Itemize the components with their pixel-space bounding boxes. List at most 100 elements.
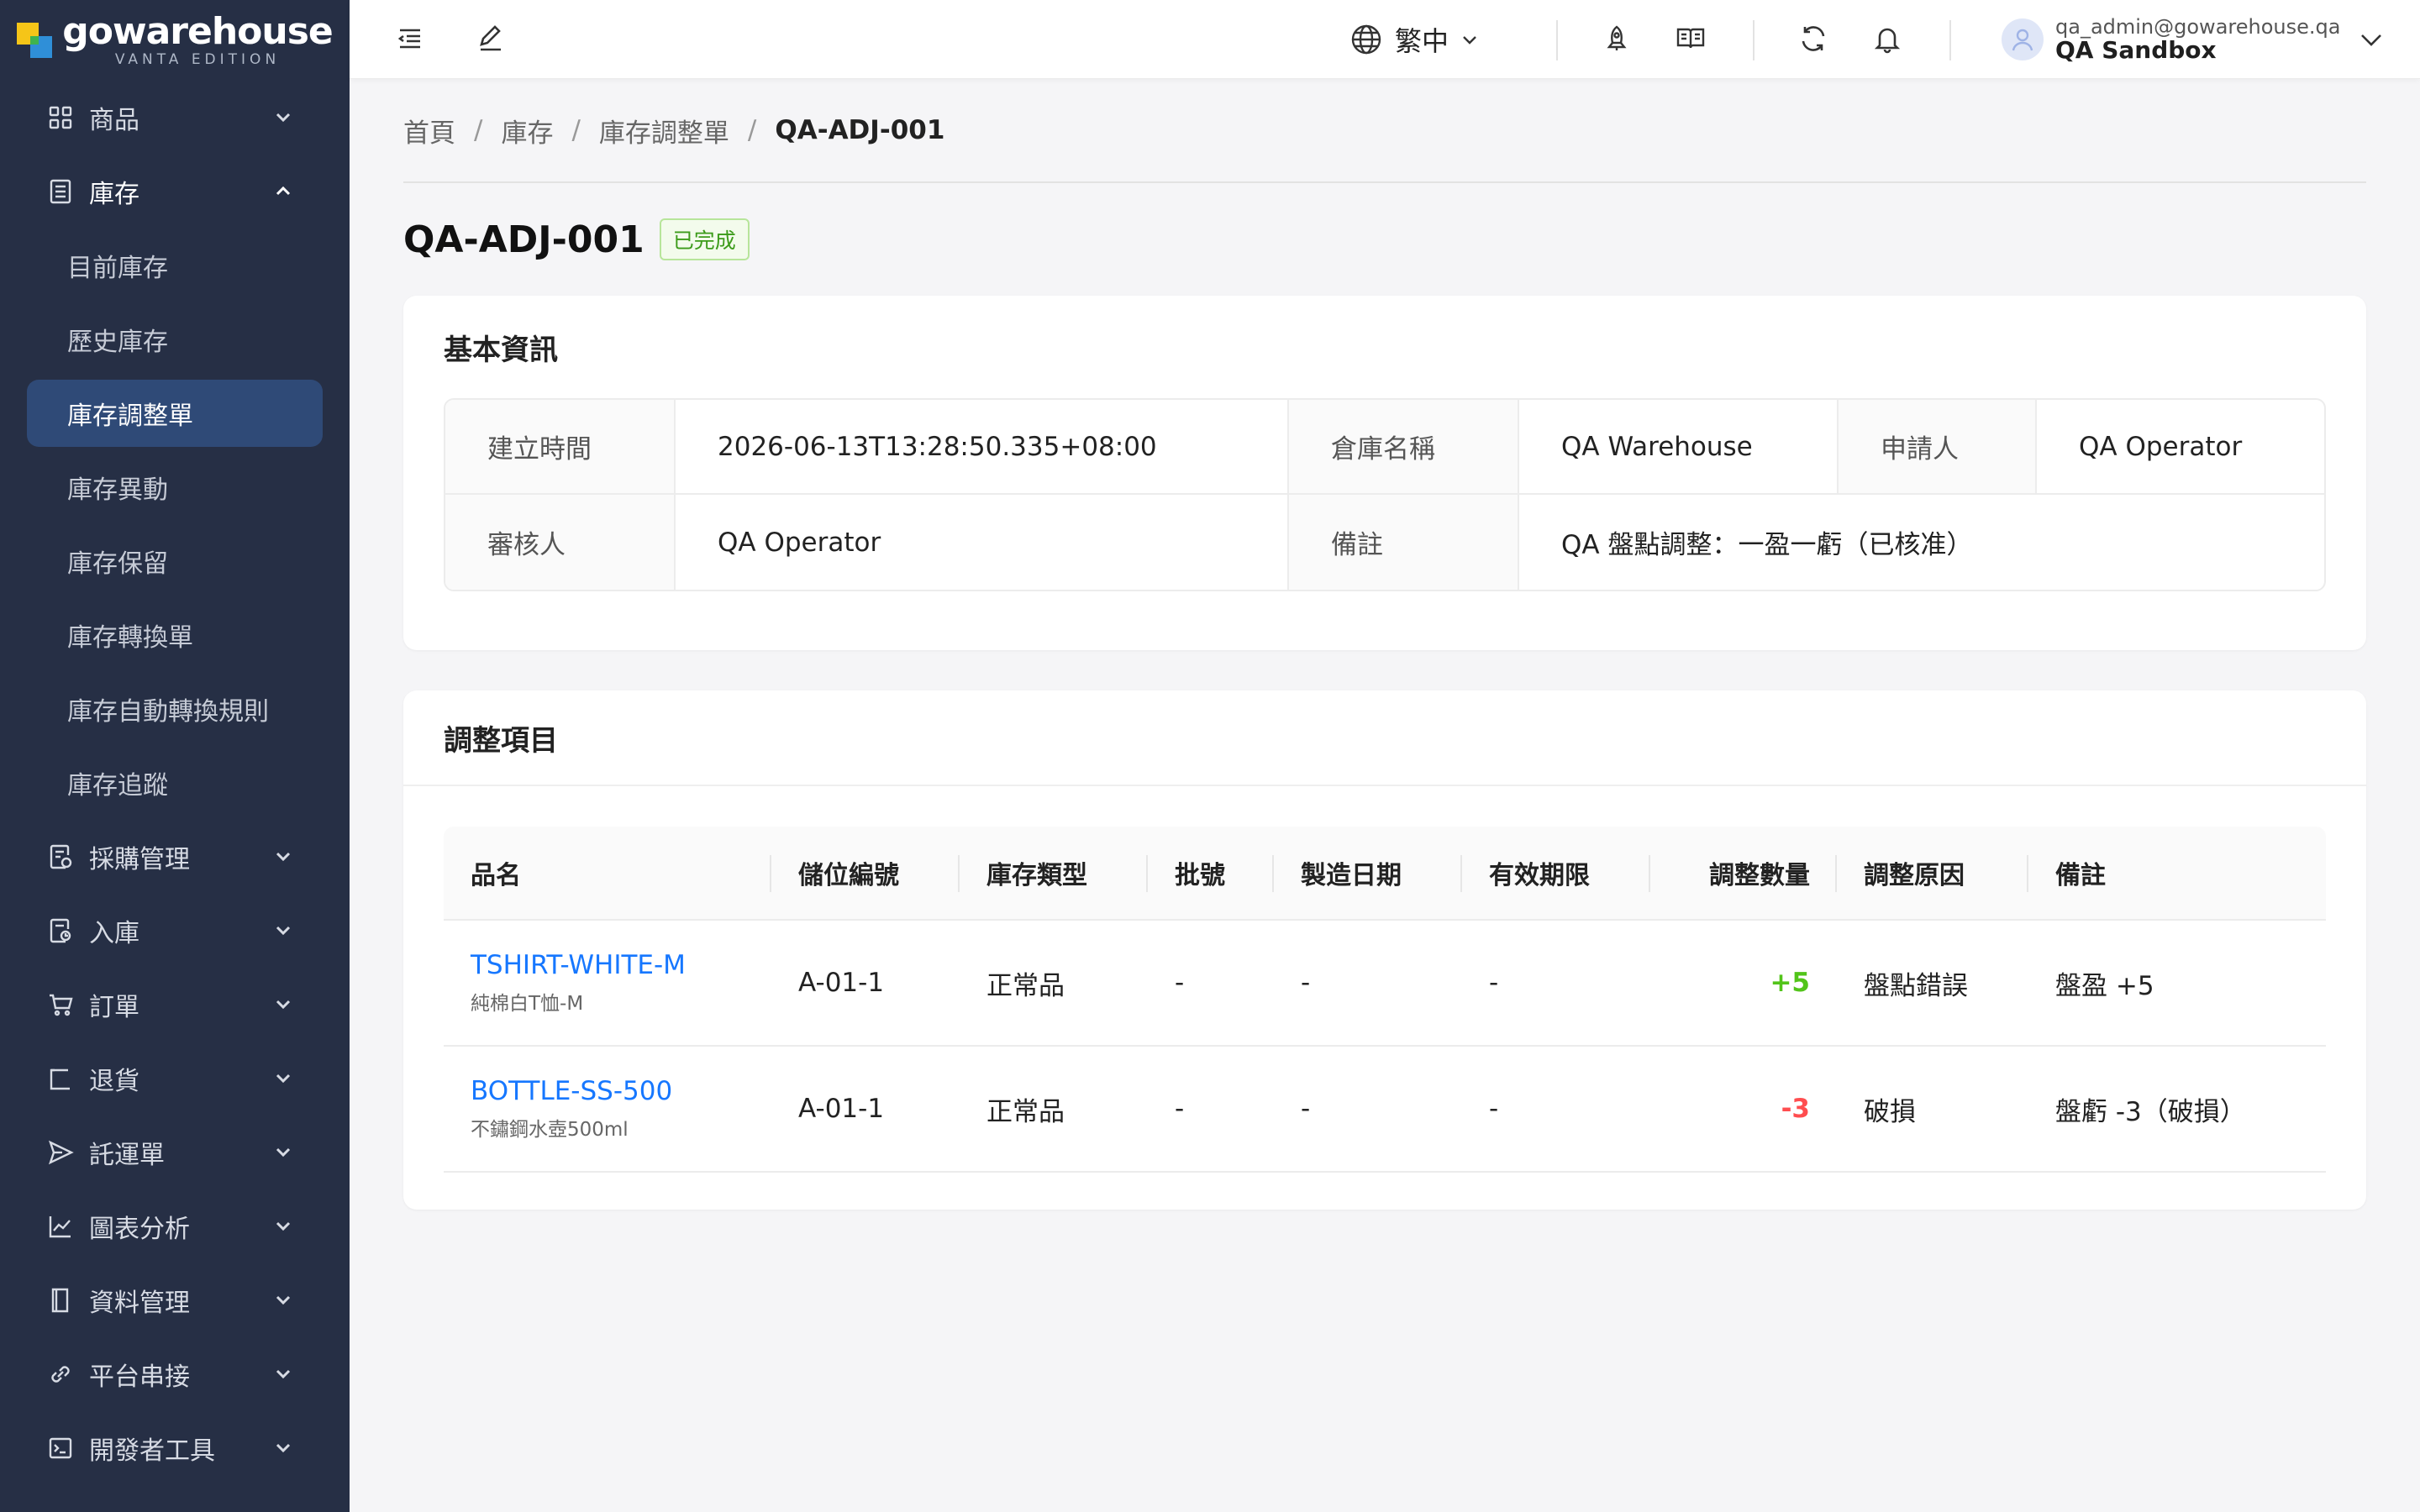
requester-value: QA Operator — [2079, 431, 2243, 462]
product-sku-link[interactable]: BOTTLE-SS-500 — [471, 1076, 771, 1106]
sidebar: gowarehouse VANTA EDITION 商品 庫存 目前庫存 歷史庫… — [0, 0, 350, 1512]
column-header[interactable]: 儲位編號 — [771, 827, 960, 919]
link-icon — [47, 1361, 74, 1388]
logo-mark-icon — [17, 23, 53, 58]
column-header[interactable]: 品名 — [444, 827, 771, 919]
column-header[interactable]: 製造日期 — [1274, 827, 1462, 919]
breadcrumb-adjustments[interactable]: 庫存調整單 — [599, 112, 729, 150]
column-header[interactable]: 調整原因 — [1837, 827, 2028, 919]
card-title: 調整項目 — [403, 690, 2366, 786]
breadcrumb-separator: / — [474, 115, 483, 145]
breadcrumb-separator: / — [747, 115, 757, 145]
sidebar-group-label: 平台串接 — [89, 1362, 190, 1392]
column-header[interactable]: 批號 — [1148, 827, 1274, 919]
sidebar-item-stock-adjustment[interactable]: 庫存調整單 — [27, 380, 323, 447]
sidebar-group-integrations[interactable]: 平台串接 — [0, 1337, 350, 1411]
globe-icon — [1349, 23, 1383, 56]
app-logo[interactable]: gowarehouse VANTA EDITION — [0, 0, 350, 81]
read-icon[interactable] — [1676, 24, 1706, 54]
mfg-date-cell: - — [1301, 968, 1311, 998]
product-sku-link[interactable]: TSHIRT-WHITE-M — [471, 950, 771, 980]
stock-type-cell: 正常品 — [986, 1096, 1065, 1127]
stock-type-cell: 正常品 — [986, 970, 1065, 1001]
sidebar-item-stock-tracking[interactable]: 庫存追蹤 — [0, 746, 350, 820]
table-header: 品名 儲位編號 庫存類型 批號 製造日期 有效期限 調整數量 調整原因 備註 — [444, 827, 2326, 921]
sidebar-group-data-management[interactable]: 資料管理 — [0, 1263, 350, 1337]
rocket-icon[interactable] — [1602, 24, 1632, 54]
expiry-cell: - — [1489, 1094, 1499, 1124]
batch-cell: - — [1175, 968, 1185, 998]
reason-cell: 盤點錯誤 — [1864, 970, 1968, 1001]
language-selector[interactable]: 繁中 — [1349, 17, 1479, 62]
chevron-down-icon — [2359, 27, 2384, 52]
warehouse-value: QA Warehouse — [1519, 400, 1839, 493]
sidebar-group-label: 圖表分析 — [89, 1215, 190, 1244]
chart-icon — [47, 1213, 74, 1240]
user-org: QA Sandbox — [2055, 35, 2217, 64]
chevron-down-icon — [274, 1142, 292, 1161]
sidebar-item-current-stock[interactable]: 目前庫存 — [0, 228, 350, 302]
sidebar-nav: 商品 庫存 目前庫存 歷史庫存 庫存調整單 庫存異動 庫存保留 庫存轉換單 庫存… — [0, 81, 350, 1485]
user-menu[interactable]: qa_admin@gowarehouse.qa QA Sandbox — [2002, 13, 2384, 66]
product-cell: BOTTLE-SS-500 不鏽鋼水壺500ml — [444, 1076, 771, 1142]
purchase-icon — [47, 843, 74, 870]
sidebar-group-returns[interactable]: 退貨 — [0, 1042, 350, 1116]
divider — [1753, 20, 1754, 60]
adjust-qty-cell: +5 — [1770, 968, 1810, 998]
sidebar-group-products[interactable]: 商品 — [0, 81, 350, 155]
sidebar-item-stock-movement[interactable]: 庫存異動 — [0, 450, 350, 524]
product-cell: TSHIRT-WHITE-M 純棉白T恤-M — [444, 950, 771, 1016]
breadcrumb-inventory[interactable]: 庫存 — [501, 112, 553, 150]
adjustment-items-card: 調整項目 品名 儲位編號 庫存類型 批號 製造日期 有效期限 調整數量 調整原因… — [403, 690, 2366, 1210]
sidebar-group-inbound[interactable]: 入庫 — [0, 894, 350, 968]
column-header[interactable]: 調整數量 — [1650, 827, 1837, 919]
bell-icon[interactable] — [1872, 24, 1902, 54]
remark-label: 備註 — [1289, 495, 1519, 590]
sidebar-group-shipments[interactable]: 託運單 — [0, 1116, 350, 1189]
sidebar-group-analytics[interactable]: 圖表分析 — [0, 1189, 350, 1263]
sidebar-item-stock-conversion[interactable]: 庫存轉換單 — [0, 598, 350, 672]
adjust-qty-cell: -3 — [1781, 1094, 1810, 1124]
table-row: TSHIRT-WHITE-M 純棉白T恤-M A-01-1 正常品 - - - … — [444, 921, 2326, 1047]
sidebar-item-stock-history[interactable]: 歷史庫存 — [0, 302, 350, 376]
warehouse-label: 倉庫名稱 — [1289, 400, 1519, 493]
reviewer-label: 審核人 — [445, 495, 676, 590]
sidebar-item-stock-reservation[interactable]: 庫存保留 — [0, 524, 350, 598]
page-header: QA-ADJ-001 已完成 — [403, 183, 2366, 296]
menu-fold-icon[interactable] — [395, 24, 425, 54]
location-cell: A-01-1 — [798, 968, 885, 998]
card-title: 基本資訊 — [444, 333, 558, 367]
sidebar-group-label: 訂單 — [89, 993, 139, 1022]
column-header[interactable]: 庫存類型 — [960, 827, 1148, 919]
sidebar-group-developer-tools[interactable]: 開發者工具 — [0, 1411, 350, 1485]
chevron-down-icon — [274, 108, 292, 126]
product-name: 純棉白T恤-M — [471, 993, 584, 1015]
chevron-down-icon — [1460, 30, 1479, 49]
cart-icon — [47, 991, 74, 1018]
info-row: 審核人 QA Operator 備註 QA 盤點調整：一盈一虧（已核准） — [445, 495, 2324, 590]
sidebar-group-label: 採購管理 — [89, 845, 190, 874]
basic-info-card: 基本資訊 建立時間 2026-06-13T13:28:50.335+08:00 … — [403, 296, 2366, 650]
sidebar-item-auto-conversion-rules[interactable]: 庫存自動轉換規則 — [0, 672, 350, 746]
reason-cell: 破損 — [1864, 1096, 1916, 1127]
breadcrumb-home[interactable]: 首頁 — [403, 112, 455, 150]
sidebar-group-label: 入庫 — [89, 919, 139, 948]
sidebar-group-label: 開發者工具 — [89, 1436, 215, 1466]
edit-icon[interactable] — [476, 24, 506, 54]
sidebar-group-orders[interactable]: 訂單 — [0, 968, 350, 1042]
sidebar-group-inventory[interactable]: 庫存 — [0, 155, 350, 228]
column-header[interactable]: 有效期限 — [1462, 827, 1650, 919]
sync-icon[interactable] — [1798, 24, 1828, 54]
product-name: 不鏽鋼水壺500ml — [471, 1119, 629, 1141]
chevron-down-icon — [274, 921, 292, 939]
breadcrumb-current: QA-ADJ-001 — [775, 115, 945, 145]
chevron-down-icon — [274, 995, 292, 1013]
app-name: gowarehouse — [62, 10, 334, 53]
chevron-down-icon — [274, 847, 292, 865]
column-header[interactable]: 備註 — [2028, 827, 2326, 919]
divider — [1949, 20, 1951, 60]
sidebar-group-purchase[interactable]: 採購管理 — [0, 820, 350, 894]
chevron-down-icon — [274, 1216, 292, 1235]
book-icon — [47, 1287, 74, 1314]
main-content: 首頁 / 庫存 / 庫存調整單 / QA-ADJ-001 QA-ADJ-001 … — [403, 79, 2366, 1250]
